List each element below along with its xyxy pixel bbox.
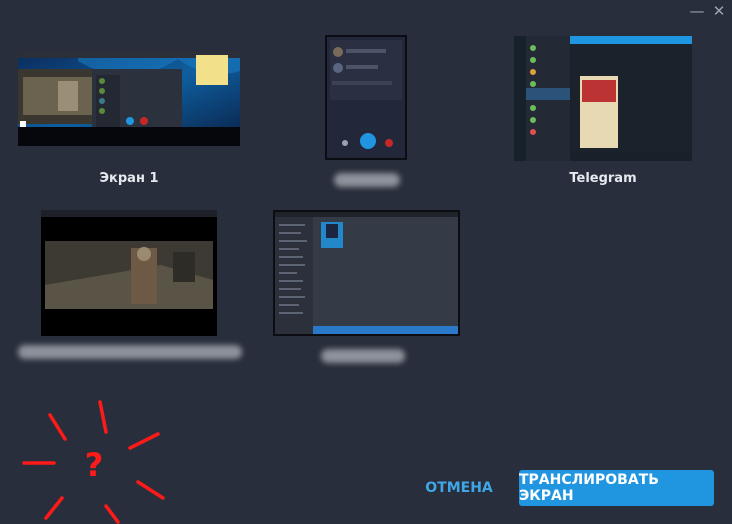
source-tile-file-manager[interactable] xyxy=(273,210,460,365)
source-thumbnail xyxy=(18,51,240,146)
minimize-icon: — xyxy=(689,2,705,20)
source-tile-video-player[interactable] xyxy=(16,210,246,365)
file-manager-preview xyxy=(275,212,458,334)
share-screen-button[interactable]: ТРАНСЛИРОВАТЬ ЭКРАН xyxy=(519,470,714,506)
source-label: Telegram xyxy=(569,171,637,186)
question-annotation: ? xyxy=(22,400,165,524)
video-player-preview xyxy=(41,210,217,336)
source-tile-telegram[interactable]: Telegram xyxy=(514,36,692,191)
call-window-preview xyxy=(327,37,405,158)
close-icon: ✕ xyxy=(712,2,726,20)
question-mark: ? xyxy=(85,446,104,484)
desktop-preview-image xyxy=(18,51,240,146)
source-thumbnail xyxy=(273,210,460,336)
source-tile-call-window[interactable] xyxy=(318,35,414,195)
source-thumbnail xyxy=(325,35,407,160)
source-label: Экран 1 xyxy=(99,171,159,186)
close-button[interactable]: ✕ xyxy=(710,2,728,20)
title-bar: — ✕ xyxy=(0,0,732,24)
source-tile-screen[interactable]: Экран 1 xyxy=(18,51,240,191)
source-thumbnail xyxy=(41,210,217,336)
cancel-button[interactable]: ОТМЕНА xyxy=(415,472,503,504)
source-label-obscured xyxy=(18,345,242,359)
minimize-button[interactable]: — xyxy=(688,2,706,20)
telegram-preview xyxy=(514,36,692,161)
source-label-obscured xyxy=(321,349,405,363)
source-label-obscured xyxy=(334,173,400,187)
source-thumbnail xyxy=(514,36,692,161)
